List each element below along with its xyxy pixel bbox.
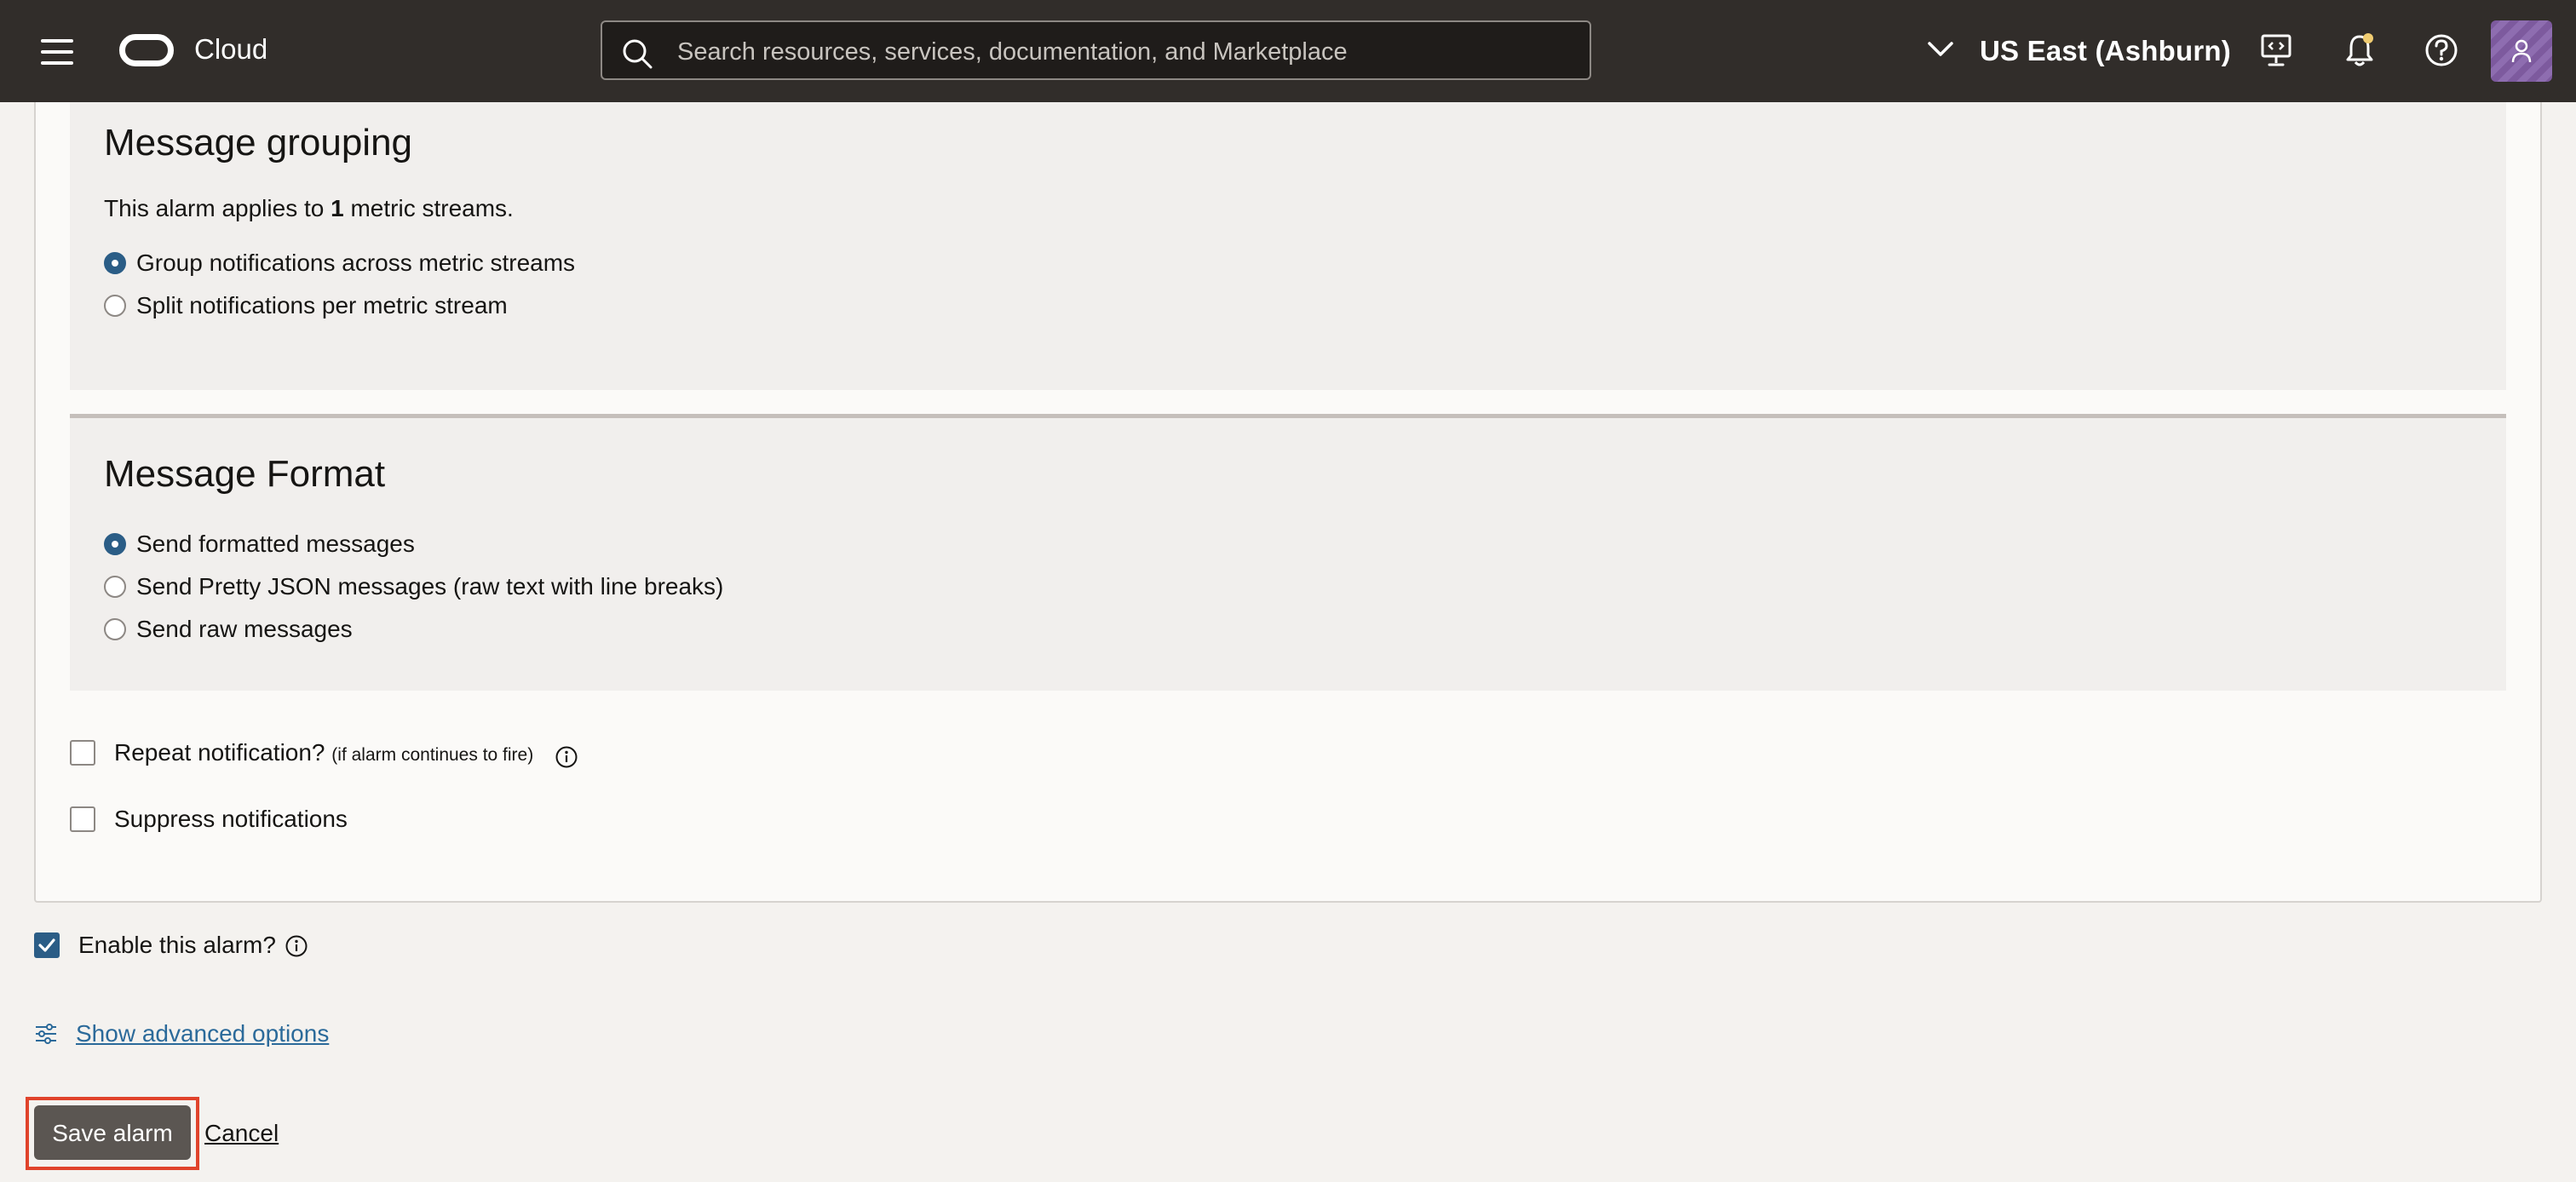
message-format-section: Message Format Send formatted messages S…	[70, 414, 2506, 691]
search-icon	[623, 39, 653, 69]
search-placeholder: Search resources, services, documentatio…	[677, 38, 1348, 66]
radio-button[interactable]	[104, 618, 126, 640]
info-icon[interactable]	[555, 745, 578, 769]
notifications-bell-icon[interactable]	[2343, 32, 2377, 68]
region-label: US East (Ashburn)	[1980, 35, 2231, 66]
advanced-options-label: Show advanced options	[76, 1020, 330, 1047]
search-input[interactable]: Search resources, services, documentatio…	[601, 20, 1591, 80]
radio-label: Send Pretty JSON messages (raw text with…	[136, 573, 724, 600]
suppress-notifications-label: Suppress notifications	[114, 806, 348, 832]
help-icon[interactable]	[2424, 32, 2459, 68]
metric-stream-count: 1	[331, 195, 344, 221]
user-avatar[interactable]	[2491, 20, 2552, 82]
metric-streams-info: This alarm applies to 1 metric streams.	[104, 195, 514, 221]
oracle-logo[interactable]	[119, 34, 174, 66]
chevron-down-icon	[1928, 42, 1953, 56]
radio-label: Split notifications per metric stream	[136, 292, 508, 318]
message-format-title: Message Format	[104, 453, 386, 495]
developer-tools-icon[interactable]	[2259, 32, 2293, 68]
repeat-notification-label: Repeat notification? (if alarm continues…	[114, 739, 534, 766]
checkbox[interactable]	[34, 932, 60, 958]
radio-button[interactable]	[104, 295, 126, 317]
radio-label: Send formatted messages	[136, 531, 415, 557]
info-icon[interactable]	[285, 934, 308, 958]
cancel-link[interactable]: Cancel	[204, 1119, 279, 1148]
checkbox[interactable]	[70, 740, 95, 766]
top-bar: Cloud Search resources, services, docume…	[0, 0, 2576, 102]
settings-sliders-icon	[36, 1024, 56, 1044]
brand-name: Cloud	[194, 33, 268, 65]
checkmark-icon	[38, 938, 55, 952]
checkbox[interactable]	[70, 806, 95, 832]
radio-label: Send raw messages	[136, 616, 353, 642]
message-grouping-title: Message grouping	[104, 122, 413, 164]
hamburger-menu-icon[interactable]	[41, 39, 73, 65]
user-icon	[2511, 39, 2532, 63]
enable-alarm-label: Enable this alarm?	[78, 932, 276, 958]
radio-button[interactable]	[104, 533, 126, 555]
radio-button[interactable]	[104, 252, 126, 274]
radio-button[interactable]	[104, 576, 126, 598]
repeat-notification-hint: (if alarm continues to fire)	[331, 745, 534, 765]
radio-label: Group notifications across metric stream…	[136, 250, 576, 276]
save-alarm-button[interactable]: Save alarm	[34, 1105, 191, 1160]
message-grouping-section: Message grouping This alarm applies to 1…	[70, 102, 2506, 390]
